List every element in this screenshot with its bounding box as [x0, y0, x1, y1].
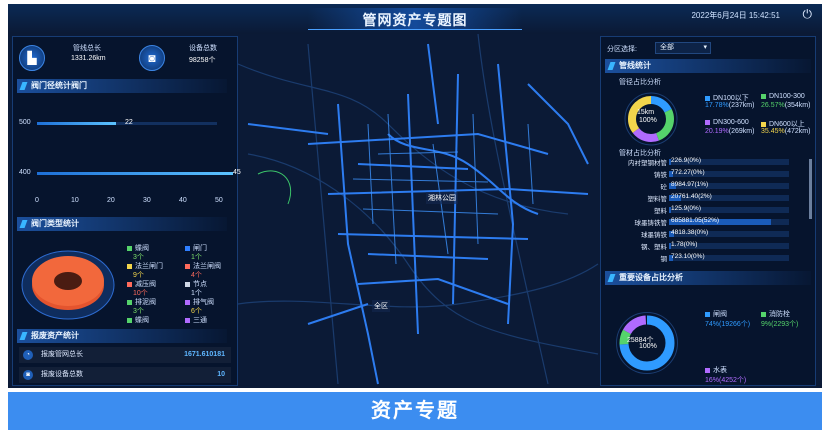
legend-item: DN300-600: [705, 119, 749, 126]
chevron-down-icon: ▾: [703, 44, 707, 51]
diameter-value-400: 45: [233, 169, 241, 176]
material-label: 塑料管: [647, 196, 668, 203]
material-label: 内衬塑钢材管: [628, 160, 667, 167]
diameter-value-500: 22: [125, 119, 133, 126]
valve-type-title: 阀门类型统计: [17, 217, 227, 231]
scrap-title: 报废资产统计: [17, 329, 227, 343]
scrollbar[interactable]: [809, 159, 812, 219]
map-label-district: 全区: [372, 300, 390, 312]
material-label: 砼: [660, 184, 668, 191]
dashboard: 管网资产专题图 2022年6月24日 15:42:51 ⏻ 湘林公园 全区 ▙ …: [8, 4, 822, 388]
page-title: 管网资产专题图: [308, 8, 522, 30]
diameter-bar-400: [37, 172, 233, 175]
ring-center-top: 15km: [637, 109, 655, 116]
material-row: 塑料 125.9(0%): [605, 205, 799, 215]
legend-value: 20.19%(269km): [705, 128, 755, 135]
legend-value: 74%(19266个): [705, 321, 751, 328]
material-value: 8984.97(1%): [671, 181, 709, 188]
valve-type-ring-chart: [21, 250, 115, 320]
pipe-icon: ◔: [23, 350, 33, 360]
device-center-bottom: 100%: [639, 343, 657, 350]
material-value: 4818.38(0%): [671, 229, 709, 236]
legend-value: 9%(2293个): [761, 321, 799, 328]
material-value: 1.78(0%): [671, 241, 698, 248]
material-value: 226.9(0%): [671, 157, 701, 164]
legend-item: 蝶阀: [127, 315, 149, 325]
legend-value: 16%(4252个): [705, 377, 747, 384]
material-row: 钢、塑料 1.78(0%): [605, 241, 799, 251]
material-row: 内衬塑钢材管 226.9(0%): [605, 157, 799, 167]
valve-diameter-title: 阀门径统计阀门: [17, 79, 227, 93]
district-select[interactable]: 全部 ▾: [655, 42, 711, 54]
datetime: 2022年6月24日 15:42:51: [691, 11, 780, 20]
map-label-park: 湘林公园: [426, 192, 458, 204]
legend-item: 水表: [705, 365, 727, 375]
diameter-tick-400: 400: [19, 169, 31, 176]
legend-item: 闸阀: [705, 309, 727, 319]
pipe-stats-title: 管线统计: [605, 59, 811, 73]
x-tick: 40: [179, 197, 187, 204]
legend-item: 三通: [185, 315, 207, 325]
legend-value: 35.45%(472km): [761, 128, 811, 135]
material-bar-chart: 内衬塑钢材管 226.9(0%) 铸铁 772.27(0%) 砼 8984.97(1%) 塑…: [601, 157, 817, 267]
scrap-device-row: ◙ 报废设备总数 10: [19, 367, 231, 383]
material-value: 20761.40(2%): [671, 193, 712, 200]
x-tick: 10: [71, 197, 79, 204]
pipe-icon: ▙: [19, 45, 45, 71]
pipe-total-label: 管线总长: [73, 45, 101, 52]
material-label: 塑料: [654, 208, 667, 215]
district-label: 分区选择:: [607, 46, 637, 53]
material-row: 球墨铸铁管 685881.05(52%): [605, 217, 799, 227]
legend-value: 26.57%(354km): [761, 102, 811, 109]
x-tick: 30: [143, 197, 151, 204]
x-tick: 20: [107, 197, 115, 204]
x-tick: 0: [35, 197, 39, 204]
material-label: 球墨铸铁: [641, 232, 667, 239]
key-device-title: 重要设备占比分析: [605, 271, 811, 285]
device-icon: ◙: [23, 370, 33, 380]
material-value: 772.27(0%): [671, 169, 705, 176]
footer-banner: 资产专题: [8, 392, 822, 430]
x-tick: 50: [215, 197, 223, 204]
material-label: 钢、塑料: [641, 244, 667, 251]
scrap-pipe-row: ◔ 报废管网总长 1671.610181: [19, 347, 231, 363]
material-value: 685881.05(52%): [671, 217, 720, 224]
legend-item: DN100-300: [761, 93, 805, 100]
right-panel: 分区选择: 全部 ▾ 管线统计 管径占比分析 15km 100% DN100以下 …: [600, 36, 816, 386]
material-value: 125.9(0%): [671, 205, 701, 212]
material-row: 塑料管 20761.40(2%): [605, 193, 799, 203]
ring-center-bottom: 100%: [639, 117, 657, 124]
material-label: 钢: [660, 256, 668, 263]
material-value: 723.10(0%): [671, 253, 705, 260]
pipe-total-value: 1331.26km: [71, 55, 106, 62]
device-total-label: 设备总数: [189, 45, 217, 52]
power-icon[interactable]: ⏻: [803, 7, 813, 22]
legend-value: 17.78%(237km): [705, 102, 755, 109]
material-row: 球墨铸铁 4818.38(0%): [605, 229, 799, 239]
device-total-value: 98258个: [189, 57, 216, 64]
material-label: 铸铁: [654, 172, 667, 179]
left-panel: ▙ 管线总长 1331.26km ◙ 设备总数 98258个 阀门径统计阀门 5…: [12, 36, 241, 386]
material-row: 砼 8984.97(1%): [605, 181, 799, 191]
material-row: 钢 723.10(0%): [605, 253, 799, 263]
diameter-tick-500: 500: [19, 119, 31, 126]
material-row: 铸铁 772.27(0%): [605, 169, 799, 179]
legend-item: 消防栓: [761, 309, 790, 319]
material-label: 球墨铸铁管: [634, 220, 668, 227]
diameter-title: 管径占比分析: [619, 79, 661, 86]
device-icon: ◙: [139, 45, 165, 71]
